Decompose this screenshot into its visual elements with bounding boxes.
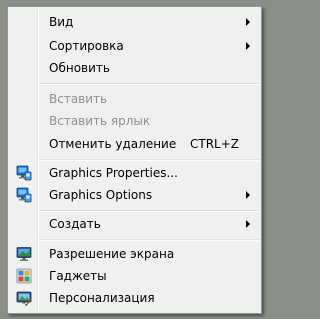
- menu-item-personalize-label: Персонализация: [49, 291, 155, 305]
- intel-graphics-icon: [16, 187, 32, 203]
- menu-item-sort[interactable]: Сортировка: [10, 35, 259, 57]
- submenu-arrow-icon: [246, 220, 250, 228]
- menu-item-graphics-properties-label: Graphics Properties...: [49, 166, 178, 180]
- submenu-arrow-icon: [246, 18, 250, 26]
- menu-item-refresh[interactable]: Обновить: [10, 57, 259, 79]
- menu-item-paste-shortcut[interactable]: Вставить ярлык: [10, 110, 259, 132]
- menu-item-view-label: Вид: [49, 15, 74, 29]
- submenu-arrow-icon: [246, 191, 250, 199]
- menu-item-new-label: Создать: [49, 217, 101, 231]
- menu-item-screen-resolution[interactable]: Разрешение экрана: [10, 243, 259, 265]
- menu-item-sort-label: Сортировка: [49, 39, 124, 53]
- monitor-icon: [16, 247, 32, 261]
- menu-item-graphics-options-label: Graphics Options: [49, 188, 153, 202]
- personalize-icon: [16, 291, 32, 306]
- menu-separator: [39, 239, 259, 241]
- gadgets-icon: [16, 268, 32, 284]
- menu-item-undo-delete-label: Отменить удаление: [49, 137, 177, 151]
- menu-item-paste[interactable]: Вставить: [10, 88, 259, 110]
- menu-item-paste-shortcut-label: Вставить ярлык: [49, 114, 151, 128]
- desktop-context-menu: Вид Сортировка Обновить Вставить Вставит…: [7, 6, 262, 314]
- menu-item-screen-resolution-label: Разрешение экрана: [49, 247, 175, 261]
- menu-item-new[interactable]: Создать: [10, 213, 259, 235]
- menu-item-personalize[interactable]: Персонализация: [10, 287, 259, 309]
- undo-delete-shortcut: CTRL+Z: [189, 137, 239, 151]
- menu-item-undo-delete[interactable]: Отменить удаление CTRL+Z: [10, 133, 259, 155]
- menu-item-graphics-options[interactable]: Graphics Options: [10, 184, 259, 206]
- submenu-arrow-icon: [246, 42, 250, 50]
- menu-item-graphics-properties[interactable]: Graphics Properties...: [10, 162, 259, 184]
- menu-separator: [39, 210, 259, 212]
- menu-item-gadgets-label: Гаджеты: [49, 269, 107, 283]
- intel-graphics-icon: [16, 165, 32, 181]
- menu-separator: [39, 83, 259, 85]
- menu-item-refresh-label: Обновить: [49, 61, 110, 75]
- menu-item-paste-label: Вставить: [49, 92, 108, 106]
- menu-separator: [39, 159, 259, 161]
- menu-item-gadgets[interactable]: Гаджеты: [10, 265, 259, 287]
- menu-item-view[interactable]: Вид: [10, 11, 259, 33]
